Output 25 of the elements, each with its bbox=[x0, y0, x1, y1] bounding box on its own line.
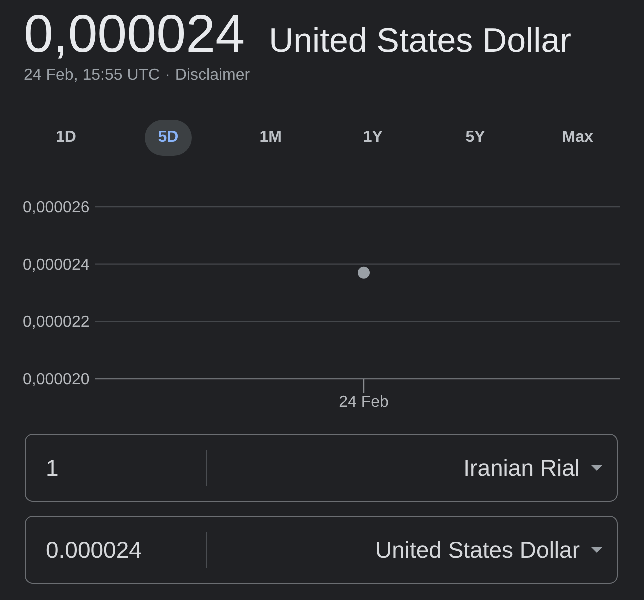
x-axis-tick bbox=[363, 379, 365, 393]
converter-field[interactable]: 1 Iranian Rial bbox=[25, 434, 618, 502]
y-axis-label: 0,000026 bbox=[23, 200, 90, 216]
y-axis-label: 0,000024 bbox=[23, 256, 90, 274]
y-axis-label: 0,000020 bbox=[23, 372, 90, 388]
disclaimer-link[interactable]: Disclaimer bbox=[175, 66, 250, 86]
exchange-rate-value: 0,000024 bbox=[24, 8, 246, 61]
currency-select[interactable]: United States Dollar bbox=[207, 517, 617, 583]
currency-name: United States Dollar bbox=[269, 24, 572, 58]
amount-input[interactable]: 1 bbox=[26, 435, 206, 501]
range-tab[interactable]: Max bbox=[549, 120, 606, 156]
timestamp-text: 24 Feb, 15:55 UTC bbox=[24, 66, 160, 86]
amount-input[interactable]: 0.000024 bbox=[26, 517, 206, 583]
converter-field[interactable]: 0.000024 United States Dollar bbox=[25, 516, 618, 584]
caret-icon bbox=[591, 465, 603, 471]
range-tab[interactable]: 1Y bbox=[350, 120, 396, 156]
range-tab[interactable]: 5Y bbox=[452, 120, 498, 156]
y-axis-label: 0,000022 bbox=[23, 314, 90, 332]
currency-select[interactable]: Iranian Rial bbox=[207, 435, 617, 501]
caret-icon bbox=[591, 547, 603, 553]
range-tab[interactable]: 5D bbox=[145, 120, 192, 156]
x-axis-label: 24 Feb bbox=[339, 394, 389, 411]
range-tab[interactable]: 1D bbox=[42, 120, 90, 156]
range-tab[interactable]: 1M bbox=[246, 120, 295, 156]
separator-dot: · bbox=[165, 66, 170, 86]
